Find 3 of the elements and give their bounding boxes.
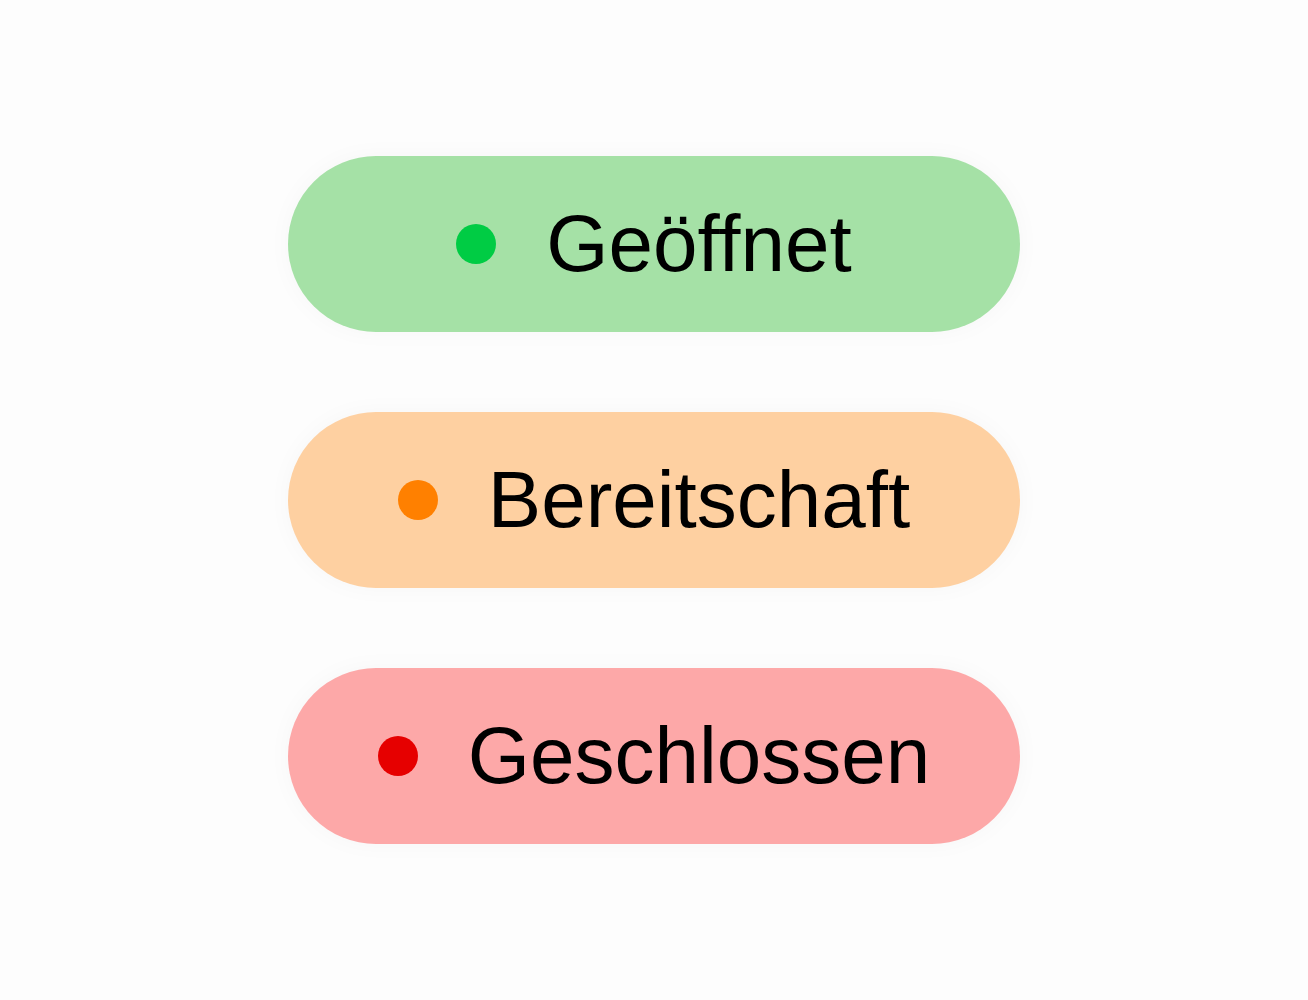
status-label: Geöffnet <box>546 204 852 284</box>
status-label: Bereitschaft <box>487 460 911 540</box>
status-label: Geschlossen <box>467 716 931 796</box>
